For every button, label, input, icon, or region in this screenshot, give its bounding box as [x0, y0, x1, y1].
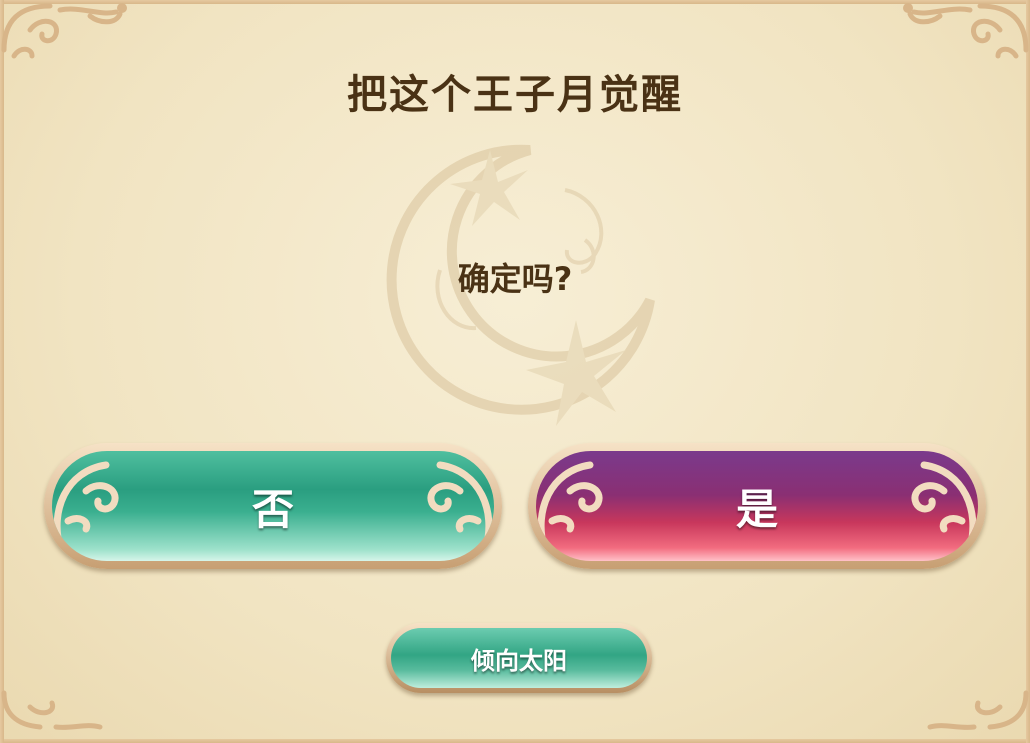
- no-button-face: 否: [52, 451, 494, 561]
- dialog-title: 把这个王子月觉醒: [347, 72, 683, 118]
- lean-sun-button-face: 倾向太阳: [391, 628, 647, 688]
- no-button[interactable]: 否: [44, 443, 502, 569]
- yes-button-face: 是: [536, 451, 978, 561]
- confirm-dialog: 把这个王子月觉醒 确定吗? 否 是 倾向太阳: [0, 0, 1030, 743]
- no-button-label: 否: [251, 484, 294, 534]
- ornate-corner-icon: [903, 3, 1029, 59]
- swirl-ornament-icon: [911, 461, 977, 551]
- yes-button[interactable]: 是: [528, 443, 986, 569]
- lean-sun-button[interactable]: 倾向太阳: [386, 623, 652, 693]
- yes-button-label: 是: [735, 484, 778, 534]
- swirl-ornament-icon: [53, 461, 119, 551]
- confirm-question: 确定吗?: [457, 260, 573, 298]
- ornate-corner-icon: [1, 690, 103, 730]
- lean-sun-button-label: 倾向太阳: [471, 646, 567, 675]
- swirl-ornament-icon: [537, 461, 603, 551]
- ornate-corner-icon: [1, 3, 127, 59]
- ornate-corner-icon: [927, 690, 1029, 730]
- swirl-ornament-icon: [427, 461, 493, 551]
